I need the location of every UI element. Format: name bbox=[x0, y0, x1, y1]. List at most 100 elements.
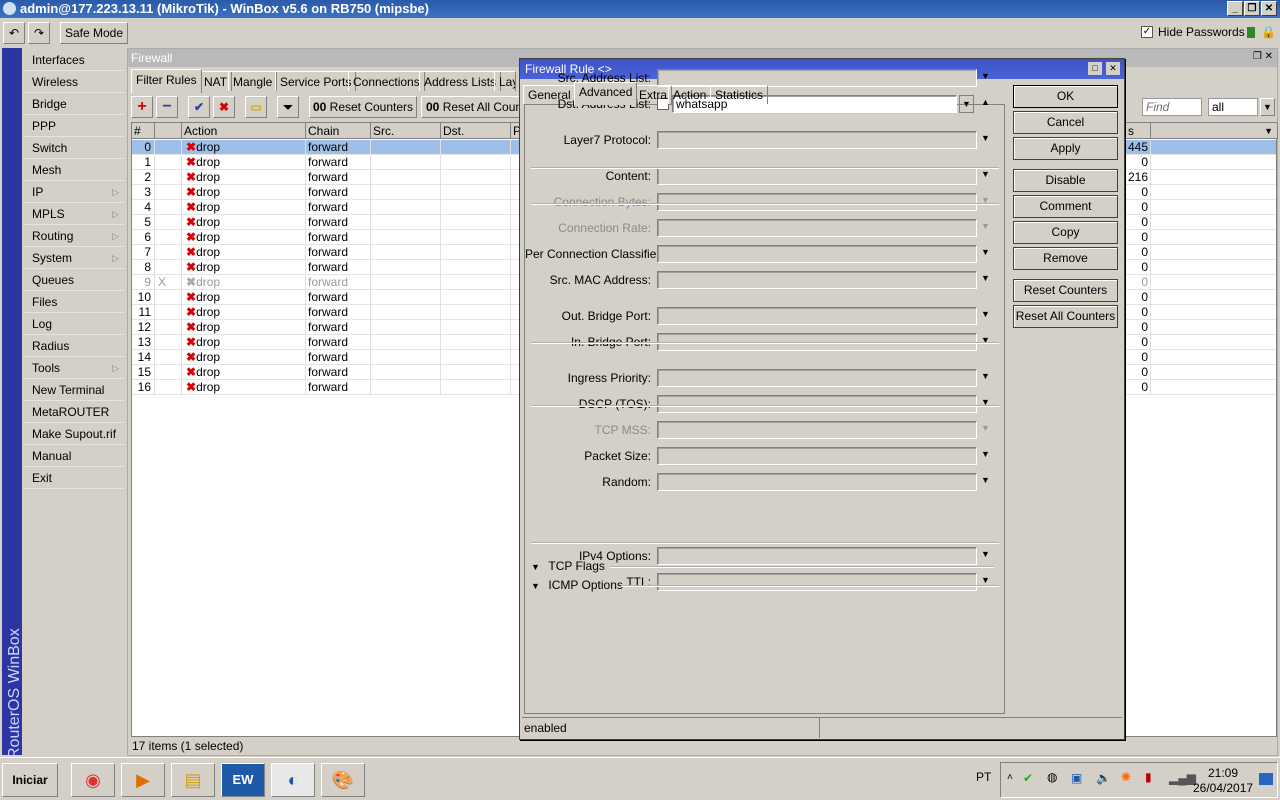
ttl-dropdown-icon[interactable]: ▼ bbox=[981, 575, 990, 585]
explorer-icon[interactable]: ▤ bbox=[171, 763, 215, 797]
filter-dropdown-icon[interactable]: ▼ bbox=[1260, 98, 1275, 116]
sidebar-item-routing[interactable]: Routing ▷ bbox=[24, 225, 125, 247]
src-mac-address-input[interactable] bbox=[657, 271, 977, 289]
show-desktop-icon[interactable] bbox=[1259, 773, 1273, 785]
tab-mangle[interactable]: Mangle bbox=[228, 71, 278, 91]
comment-button[interactable]: Comment bbox=[1013, 195, 1118, 218]
ipv4-options-input[interactable] bbox=[657, 547, 977, 565]
tab-advanced[interactable]: Advanced bbox=[574, 82, 638, 105]
random-dropdown-icon[interactable]: ▼ bbox=[981, 475, 990, 485]
sidebar-item-system[interactable]: System ▷ bbox=[24, 247, 125, 269]
content-dropdown-icon[interactable]: ▼ bbox=[981, 169, 990, 179]
dialog-close-button[interactable]: ✕ bbox=[1106, 62, 1120, 75]
per-connection-classifier-dropdown-icon[interactable]: ▼ bbox=[981, 247, 990, 257]
sidebar-item-new-terminal[interactable]: New Terminal bbox=[24, 379, 125, 401]
tab-filter-rules[interactable]: Filter Rules bbox=[131, 69, 202, 93]
clock-date[interactable]: 26/04/2017 bbox=[1193, 781, 1253, 795]
sidebar-item-wireless[interactable]: Wireless bbox=[24, 71, 125, 93]
packet-size-dropdown-icon[interactable]: ▼ bbox=[981, 449, 990, 459]
column-header[interactable]: # bbox=[132, 123, 155, 139]
column-header[interactable]: Src. Address bbox=[371, 123, 441, 154]
find-input[interactable] bbox=[1142, 98, 1202, 116]
tab-general[interactable]: General bbox=[523, 85, 576, 104]
reset-counters-button[interactable]: Reset Counters bbox=[1013, 279, 1118, 302]
reset-all-counters-button[interactable]: Reset All Counters bbox=[1013, 305, 1118, 328]
hide-passwords-checkbox[interactable]: ✓ bbox=[1141, 26, 1153, 38]
minimize-button[interactable]: _ bbox=[1227, 1, 1243, 16]
maximize-button[interactable]: ❐ bbox=[1244, 1, 1260, 16]
sidebar-item-switch[interactable]: Switch bbox=[24, 137, 125, 159]
close-button[interactable]: ✕ bbox=[1261, 1, 1277, 16]
column-header[interactable]: Chain bbox=[306, 123, 371, 139]
clock-time[interactable]: 21:09 bbox=[1208, 766, 1238, 780]
tab-address-lists[interactable]: Address Lists bbox=[419, 71, 502, 91]
signal-icon[interactable]: ▂▄▆ bbox=[1169, 771, 1196, 785]
tab-layer7-protocols[interactable]: Layer7 Protocols bbox=[494, 71, 516, 91]
sidebar-item-manual[interactable]: Manual bbox=[24, 445, 125, 467]
sidebar-item-exit[interactable]: Exit bbox=[24, 467, 125, 489]
filter-icon[interactable]: ⏷ bbox=[277, 96, 299, 118]
out-bridge-port-dropdown-icon[interactable]: ▼ bbox=[981, 309, 990, 319]
safe-mode-button[interactable]: Safe Mode bbox=[60, 22, 128, 44]
paint-icon[interactable]: 🎨 bbox=[321, 763, 365, 797]
remove-icon[interactable]: − bbox=[156, 96, 178, 118]
show-hidden-icons[interactable]: ˄ bbox=[1007, 772, 1013, 783]
add-item-icon[interactable]: ▼ bbox=[959, 95, 974, 113]
tab-service-ports[interactable]: Service Ports bbox=[275, 71, 357, 91]
sidebar-item-radius[interactable]: Radius bbox=[24, 335, 125, 357]
reset-counters-button[interactable]: 00 Reset Counters bbox=[309, 96, 417, 118]
add-icon[interactable]: + bbox=[131, 96, 153, 118]
redo-button[interactable]: ↷ bbox=[28, 22, 50, 44]
firewall-window-controls[interactable]: ❐ ✕ bbox=[1253, 51, 1273, 62]
layer7-protocol-input[interactable] bbox=[657, 131, 977, 149]
winbox-taskbar-icon[interactable]: ◐ bbox=[271, 763, 315, 797]
ttl-input[interactable] bbox=[657, 573, 977, 591]
volume-icon[interactable]: 🔈 bbox=[1096, 771, 1111, 785]
ew-app-icon[interactable]: EW bbox=[221, 763, 265, 797]
column-header[interactable]: Dst. Address bbox=[441, 123, 511, 154]
ingress-priority-dropdown-icon[interactable]: ▼ bbox=[981, 371, 990, 381]
tab-connections[interactable]: Connections bbox=[348, 71, 425, 91]
column-header[interactable]: s bbox=[1126, 123, 1151, 139]
ingress-priority-input[interactable] bbox=[657, 369, 977, 387]
enable-icon[interactable]: ✔ bbox=[188, 96, 210, 118]
ipv4-options-dropdown-icon[interactable]: ▼ bbox=[981, 549, 990, 559]
sidebar-item-log[interactable]: Log bbox=[24, 313, 125, 335]
src-mac-address-dropdown-icon[interactable]: ▼ bbox=[981, 273, 990, 283]
remove-button[interactable]: Remove bbox=[1013, 247, 1118, 270]
tab-statistics[interactable]: Statistics bbox=[710, 85, 769, 104]
out-bridge-port-input[interactable] bbox=[657, 307, 977, 325]
sidebar-item-mpls[interactable]: MPLS ▷ bbox=[24, 203, 125, 225]
network-disk-icon[interactable]: ◍ bbox=[1047, 770, 1057, 784]
avast-icon[interactable]: ✺ bbox=[1121, 770, 1131, 784]
column-header[interactable]: Action bbox=[182, 123, 306, 139]
sidebar-item-metarouter[interactable]: MetaROUTER bbox=[24, 401, 125, 423]
tab-action[interactable]: Action bbox=[668, 85, 712, 104]
sidebar-item-files[interactable]: Files bbox=[24, 291, 125, 313]
sidebar-item-make-supout-rif[interactable]: Make Supout.rif bbox=[24, 423, 125, 445]
copy-button[interactable]: Copy bbox=[1013, 221, 1118, 244]
column-header[interactable] bbox=[155, 123, 182, 139]
dialog-maximize-button[interactable]: □ bbox=[1088, 62, 1102, 75]
tab-extra[interactable]: Extra bbox=[634, 85, 673, 104]
content-input[interactable] bbox=[657, 167, 977, 185]
power-icon[interactable]: ▮ bbox=[1145, 770, 1152, 784]
sidebar-item-mesh[interactable]: Mesh bbox=[24, 159, 125, 181]
src-address-list-dropdown-icon[interactable]: ▼ bbox=[981, 71, 990, 81]
media-player-icon[interactable]: ▶ bbox=[121, 763, 165, 797]
comment-icon[interactable]: ▭ bbox=[245, 96, 267, 118]
ok-button[interactable]: OK bbox=[1013, 85, 1118, 108]
sidebar-item-ip[interactable]: IP ▷ bbox=[24, 181, 125, 203]
sidebar-item-bridge[interactable]: Bridge bbox=[24, 93, 125, 115]
sidebar-item-ppp[interactable]: PPP bbox=[24, 115, 125, 137]
sidebar-item-interfaces[interactable]: Interfaces bbox=[24, 49, 125, 71]
disable-icon[interactable]: ✖ bbox=[213, 96, 235, 118]
cc-icon[interactable]: ▣ bbox=[1071, 771, 1082, 785]
column-header[interactable]: ▼ bbox=[1151, 123, 1278, 139]
undo-button[interactable]: ↶ bbox=[3, 22, 25, 44]
safely-remove-icon[interactable]: ✔ bbox=[1023, 771, 1033, 785]
layer7-protocol-dropdown-icon[interactable]: ▼ bbox=[981, 133, 990, 143]
sidebar-item-tools[interactable]: Tools ▷ bbox=[24, 357, 125, 379]
disable-button[interactable]: Disable bbox=[1013, 169, 1118, 192]
reset-all-counters-button[interactable]: 00 Reset All Counters bbox=[421, 96, 521, 118]
